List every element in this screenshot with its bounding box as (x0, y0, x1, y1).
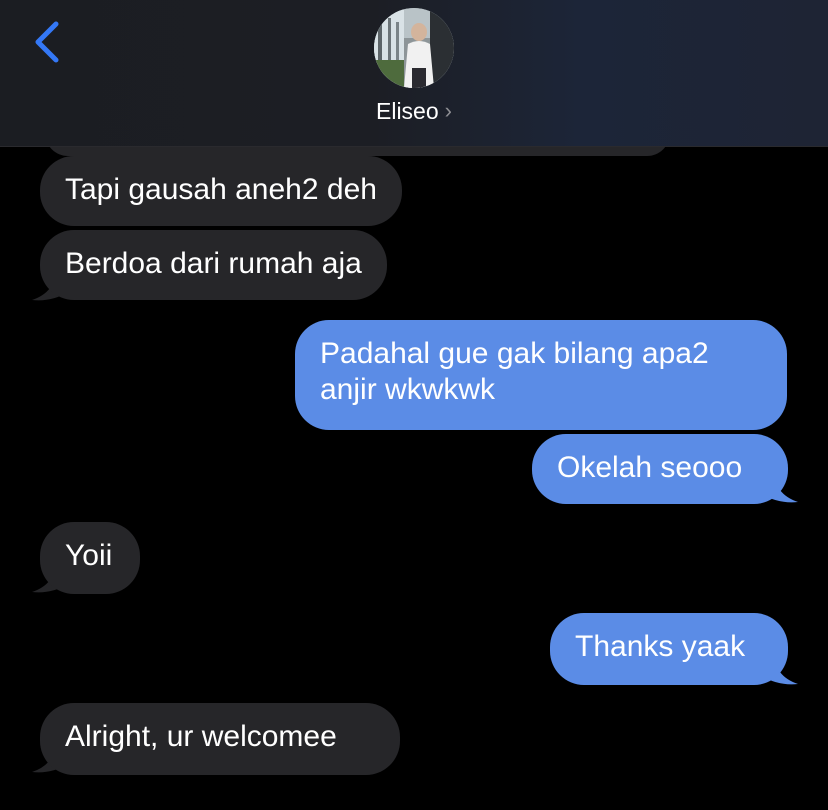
message-text: Tapi gausah aneh2 deh (65, 173, 377, 206)
message-text: Alright, ur welcomee (65, 720, 337, 753)
received-message-bubble[interactable]: Alright, ur welcomee (40, 703, 400, 775)
back-button[interactable] (28, 18, 68, 68)
chat-screen: Eliseo › Tapi gausah aneh2 deh Berdoa dar… (0, 0, 828, 810)
received-message-bubble[interactable]: Yoii (40, 522, 140, 594)
message-text-line-2: anjir wkwkwk (320, 373, 496, 406)
message-text-line-1: Padahal gue gak bilang apa2 (320, 337, 709, 370)
message-text: Yoii (65, 539, 113, 572)
sent-message-bubble[interactable]: Thanks yaak (550, 613, 788, 685)
message-text: Okelah seooo (557, 451, 743, 484)
contact-name: Eliseo (376, 98, 439, 124)
received-message-bubble[interactable]: Tapi gausah aneh2 deh (40, 156, 402, 226)
sent-message-bubble[interactable]: Padahal gue gak bilang apa2 anjir wkwkwk (295, 320, 787, 430)
chevron-right-icon: › (444, 98, 452, 123)
received-message-bubble[interactable]: Berdoa dari rumah aja (40, 230, 387, 300)
message-text: Berdoa dari rumah aja (65, 247, 362, 280)
chevron-left-icon (35, 21, 59, 63)
contact-avatar[interactable] (374, 8, 454, 88)
sent-message-bubble[interactable]: Okelah seooo (532, 434, 788, 504)
message-text: Thanks yaak (575, 630, 746, 663)
conversation-header: Eliseo › (0, 0, 828, 147)
contact-name-button[interactable]: Eliseo › (0, 96, 828, 126)
